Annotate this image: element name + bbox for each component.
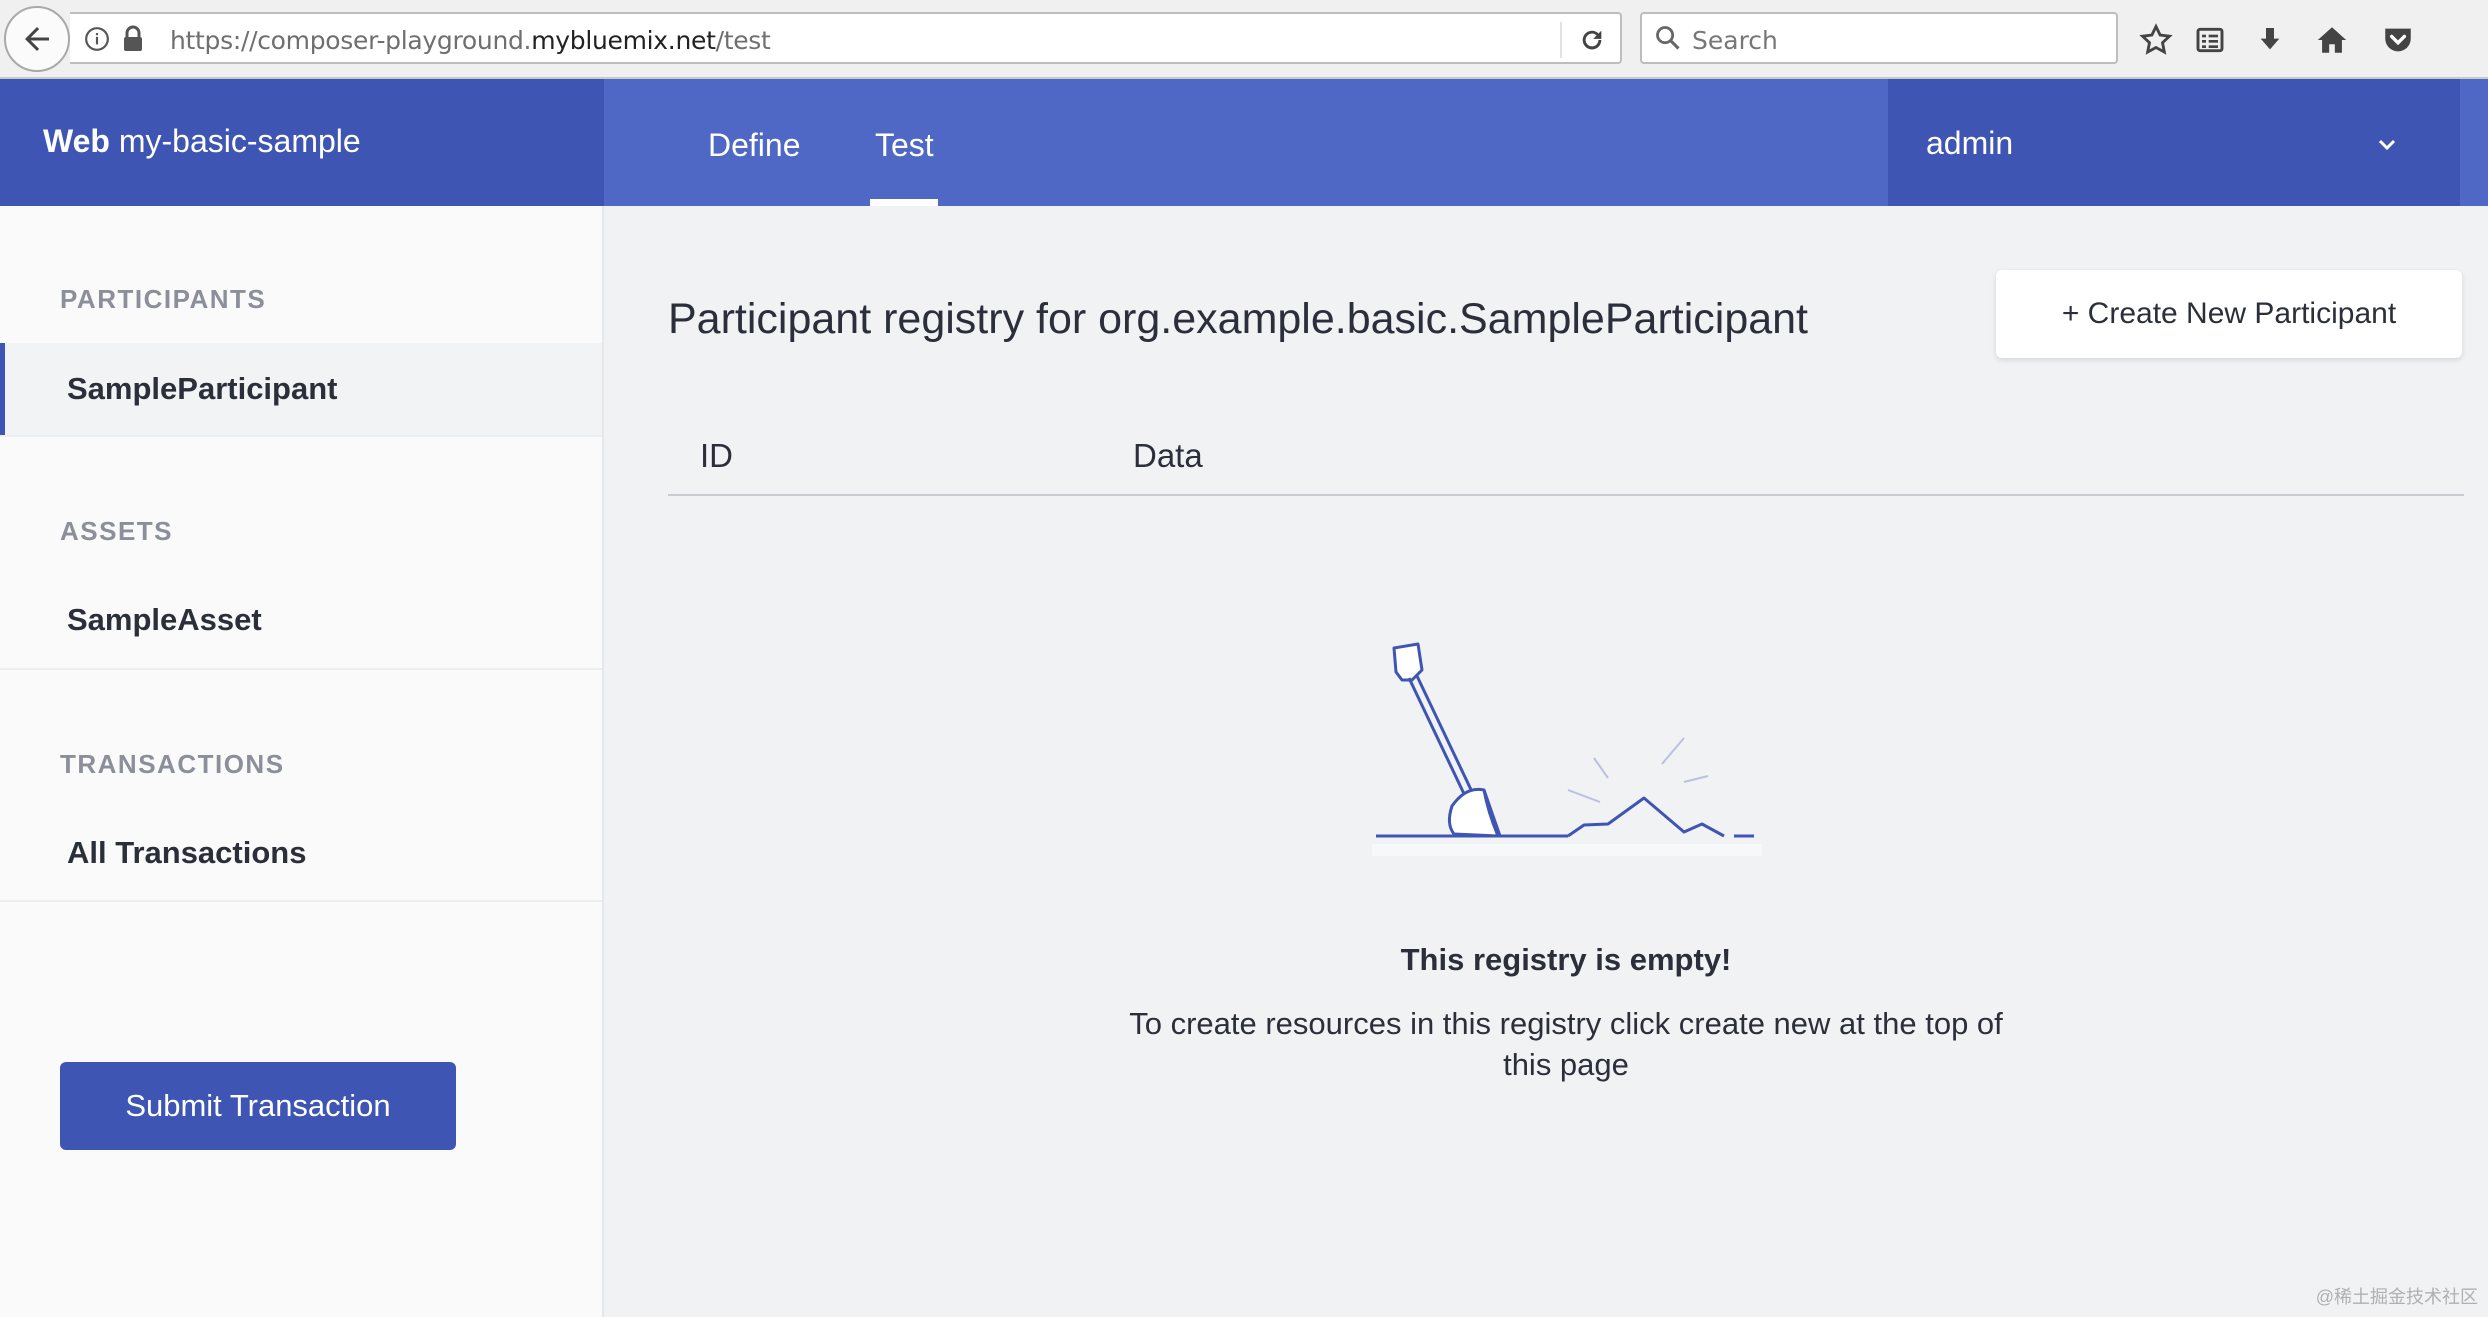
bookmark-star-icon[interactable] bbox=[2136, 20, 2176, 60]
app-header: Web my-basic-sample Define Test admin bbox=[0, 79, 2488, 206]
shovel-illustration-icon bbox=[1372, 642, 1762, 856]
sidebar-item-sample-participant[interactable]: SampleParticipant bbox=[0, 343, 602, 435]
table-header-divider bbox=[668, 494, 2464, 496]
page-title: Participant registry for org.example.bas… bbox=[668, 295, 1809, 343]
chevron-down-icon bbox=[2376, 137, 2398, 158]
sidebar-item-label: All Transactions bbox=[67, 835, 307, 870]
user-name: admin bbox=[1926, 125, 2014, 161]
tab-test[interactable]: Test bbox=[875, 127, 934, 164]
address-bar[interactable]: https://composer-playground.mybluemix.ne… bbox=[70, 12, 1622, 64]
brand-area: Web my-basic-sample bbox=[0, 79, 604, 206]
empty-state-title: This registry is empty! bbox=[1400, 942, 1732, 977]
brand-bold: Web bbox=[43, 123, 110, 159]
back-button[interactable] bbox=[4, 6, 70, 72]
url-prefix: https://composer-playground. bbox=[170, 26, 532, 55]
tab-define[interactable]: Define bbox=[708, 127, 801, 164]
sidebar-divider bbox=[0, 668, 602, 670]
watermark: @稀土掘金技术社区 bbox=[2315, 1287, 2478, 1307]
search-icon bbox=[1654, 24, 1682, 57]
url-divider bbox=[1560, 22, 1562, 58]
home-icon[interactable] bbox=[2312, 20, 2352, 60]
sidebar: PARTICIPANTS SampleParticipant ASSETS Sa… bbox=[0, 206, 604, 1317]
sidebar-divider bbox=[0, 900, 602, 902]
empty-state-text: To create resources in this registry cli… bbox=[1129, 1006, 2003, 1082]
sidebar-divider bbox=[0, 435, 602, 437]
search-placeholder: Search bbox=[1692, 26, 1778, 55]
back-arrow-icon bbox=[25, 27, 49, 51]
info-icon[interactable] bbox=[84, 26, 110, 57]
pocket-icon[interactable] bbox=[2378, 20, 2418, 60]
search-input[interactable]: Search bbox=[1640, 12, 2118, 64]
url-text[interactable]: https://composer-playground.mybluemix.ne… bbox=[170, 26, 771, 55]
column-header-data[interactable]: Data bbox=[1133, 437, 1203, 475]
sidebar-item-sample-asset[interactable]: SampleAsset bbox=[0, 574, 602, 666]
app-brand[interactable]: Web my-basic-sample bbox=[43, 123, 361, 160]
sidebar-item-label: SampleParticipant bbox=[67, 371, 338, 406]
lock-icon bbox=[122, 25, 144, 58]
reload-icon[interactable] bbox=[1572, 23, 1612, 57]
sidebar-item-all-transactions[interactable]: All Transactions bbox=[0, 807, 602, 899]
url-host: mybluemix.net bbox=[531, 26, 716, 55]
brand-name: my-basic-sample bbox=[118, 123, 361, 159]
create-new-participant-button[interactable]: + Create New Participant bbox=[1996, 270, 2462, 358]
sidebar-item-label: SampleAsset bbox=[67, 602, 262, 637]
section-label-transactions: TRANSACTIONS bbox=[60, 749, 285, 779]
active-tab-indicator bbox=[870, 199, 938, 206]
user-menu[interactable]: admin bbox=[1888, 79, 2460, 206]
browser-toolbar: https://composer-playground.mybluemix.ne… bbox=[0, 0, 2488, 79]
section-label-assets: ASSETS bbox=[60, 516, 174, 546]
submit-transaction-button[interactable]: Submit Transaction bbox=[60, 1062, 456, 1150]
column-header-id[interactable]: ID bbox=[700, 437, 733, 475]
reading-list-icon[interactable] bbox=[2190, 20, 2230, 60]
download-icon[interactable] bbox=[2250, 20, 2290, 60]
url-path: /test bbox=[715, 26, 771, 55]
section-label-participants: PARTICIPANTS bbox=[60, 284, 267, 314]
header-edge bbox=[2460, 79, 2488, 206]
